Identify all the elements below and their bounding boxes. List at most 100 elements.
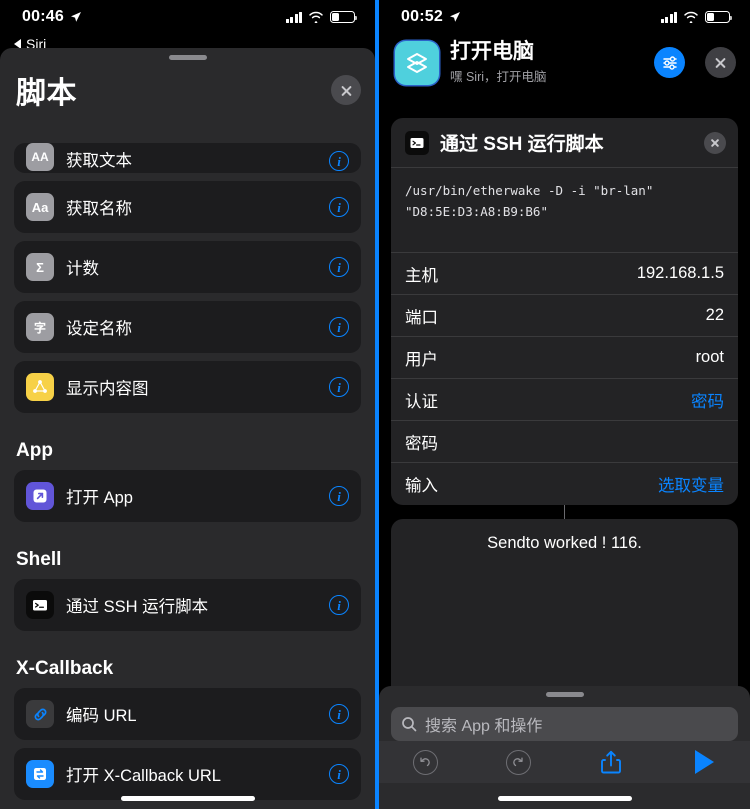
redo-icon (505, 749, 531, 775)
home-indicator (120, 796, 255, 801)
search-icon (402, 717, 417, 732)
info-icon[interactable]: i (329, 377, 349, 397)
shortcut-name: 打开电脑 (450, 40, 534, 63)
show-content-graph-icon (26, 373, 54, 401)
redo-button[interactable] (472, 749, 565, 775)
location-arrow-icon (70, 12, 81, 22)
action-list[interactable]: AA 获取文本 i Aa 获取名称 i Σ 计数 i 字设定名称 i 显示内容图 i App 打开 App i… (0, 143, 375, 809)
right-status-bar: 00:52 (379, 0, 750, 34)
bottom-sheet-grabber[interactable] (545, 692, 584, 697)
play-icon (694, 750, 714, 774)
info-icon[interactable]: i (329, 595, 349, 615)
editor-toolbar (379, 741, 750, 783)
parameter-key: 端口 (405, 308, 438, 327)
status-left-group: 00:46 (22, 8, 82, 26)
section-header: App (16, 440, 53, 461)
action-row[interactable]: Σ 计数 i (14, 241, 361, 293)
parameter-value[interactable]: 选取变量 (658, 472, 724, 496)
ssh-parameter-row[interactable]: 主机 192.168.1.5 (391, 253, 738, 296)
ssh-card-title: 通过 SSH 运行脚本 (440, 134, 604, 155)
action-row[interactable]: 显示内容图 i (14, 361, 361, 413)
info-icon[interactable]: i (329, 704, 349, 724)
ssh-parameter-row[interactable]: 端口 22 (391, 295, 738, 338)
page-title: 脚本 (16, 77, 77, 110)
ssh-card-header: 通过 SSH 运行脚本 (391, 118, 738, 168)
bottom-chrome: 搜索 App 和操作 (379, 686, 750, 809)
parameter-value[interactable]: 22 (706, 306, 724, 325)
action-row[interactable]: AA 获取文本 i (14, 143, 361, 173)
action-row-label: 设定名称 (66, 320, 132, 338)
parameter-value[interactable]: 密码 (691, 388, 724, 412)
link-icon (26, 700, 54, 728)
action-row-label: 通过 SSH 运行脚本 (66, 598, 209, 616)
run-button[interactable] (657, 748, 750, 776)
shortcut-close-button[interactable] (705, 47, 736, 79)
cellular-signal-icon (660, 11, 677, 23)
undo-button[interactable] (379, 749, 472, 775)
terminal-icon (26, 591, 54, 619)
cellular-signal-icon (285, 11, 302, 23)
info-icon[interactable]: i (329, 764, 349, 784)
info-icon[interactable]: i (329, 197, 349, 217)
close-icon (714, 56, 727, 69)
shortcut-header: 打开电脑 嘿 Siri，打开电脑 (379, 34, 750, 95)
status-right-group (285, 11, 358, 23)
parameter-key: 用户 (405, 350, 438, 369)
action-row-label: 获取名称 (66, 200, 132, 218)
ssh-card-close-button[interactable] (704, 131, 726, 154)
search-input[interactable]: 搜索 App 和操作 (425, 712, 542, 736)
ssh-action-card[interactable]: 通过 SSH 运行脚本 /usr/bin/etherwake -D -i "br… (391, 118, 738, 506)
parameter-value[interactable]: root (696, 348, 724, 367)
output-card: Sendto worked ! 116. (391, 519, 738, 686)
close-icon (340, 84, 353, 97)
shortcut-titles: 打开电脑 嘿 Siri，打开电脑 (450, 40, 643, 85)
shortcut-body: 通过 SSH 运行脚本 /usr/bin/etherwake -D -i "br… (379, 118, 750, 686)
share-icon (600, 750, 621, 774)
wifi-icon (309, 11, 323, 23)
search-bar[interactable]: 搜索 App 和操作 (391, 707, 738, 741)
ssh-script-field[interactable]: /usr/bin/etherwake -D -i "br-lan" "D8:5E… (391, 168, 738, 254)
terminal-icon (405, 130, 429, 155)
info-icon[interactable]: i (329, 151, 349, 171)
action-row-label: 打开 X-Callback URL (66, 767, 221, 785)
ssh-parameter-row[interactable]: 密码 (391, 421, 738, 464)
shortcuts-layers-icon (395, 40, 439, 85)
get-name-icon: Aa (26, 193, 54, 221)
home-indicator (497, 796, 632, 801)
action-row[interactable]: 通过 SSH 运行脚本 i (14, 579, 361, 631)
scripts-sheet: 脚本 AA 获取文本 i Aa 获取名称 i Σ 计数 i 字设定名称 i 显示内容图 i App 打开 A… (0, 48, 375, 809)
ssh-parameter-row[interactable]: 输入 选取变量 (391, 463, 738, 505)
parameter-key: 认证 (405, 392, 438, 411)
sheet-close-button[interactable] (331, 75, 361, 105)
status-clock: 00:46 (22, 8, 64, 25)
set-name-icon: 字 (26, 313, 54, 341)
x-callback-icon (26, 760, 54, 788)
parameter-value[interactable]: 192.168.1.5 (637, 264, 724, 283)
action-row[interactable]: 打开 X-Callback URL i (14, 748, 361, 800)
share-button[interactable] (565, 749, 658, 775)
status-left-group: 00:52 (401, 8, 461, 26)
ssh-parameter-row[interactable]: 用户 root (391, 337, 738, 380)
section-header: Shell (16, 549, 62, 570)
shortcut-phrase: 嘿 Siri，打开电脑 (450, 70, 547, 85)
ssh-parameter-row[interactable]: 认证 密码 (391, 379, 738, 422)
action-row[interactable]: 字设定名称 i (14, 301, 361, 353)
wifi-icon (684, 11, 698, 23)
sliders-icon (662, 55, 677, 70)
count-icon: Σ (26, 253, 54, 281)
action-row[interactable]: 打开 App i (14, 470, 361, 522)
section-header: X-Callback (16, 658, 114, 679)
dual-phone-screenshot: 00:46 Siri 脚本 AA 获取文本 i Aa 获取名称 i Σ 计数 i… (0, 0, 750, 809)
action-row[interactable]: Aa 获取名称 i (14, 181, 361, 233)
left-status-bar: 00:46 (0, 0, 375, 34)
undo-icon (412, 749, 438, 775)
info-icon[interactable]: i (329, 257, 349, 277)
battery-low-icon (705, 11, 733, 23)
info-icon[interactable]: i (329, 317, 349, 337)
shortcut-settings-button[interactable] (654, 47, 685, 79)
info-icon[interactable]: i (329, 486, 349, 506)
location-arrow-icon (449, 12, 460, 22)
ssh-parameter-list: 主机 192.168.1.5 端口 22 用户 root 认证 密码 密码 输入 选取变量 (391, 253, 738, 505)
action-row[interactable]: 编码 URL i (14, 688, 361, 740)
parameter-key: 密码 (405, 434, 438, 453)
